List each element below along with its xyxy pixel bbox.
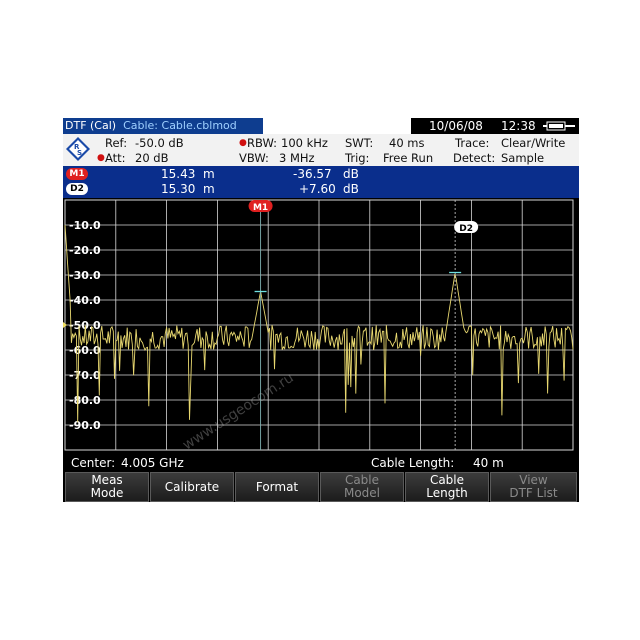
trace-value: Clear/Write [501, 136, 566, 150]
softkey-format[interactable]: Format [235, 472, 319, 502]
rohde-schwarz-logo-icon: R S [66, 137, 90, 161]
y-tick-label: -70.0 [69, 369, 101, 382]
rbw-value: 100 kHz [281, 136, 328, 150]
trace-graph: -10.0-20.0-30.0-40.0-50.0-60.0-70.0-80.0… [63, 199, 574, 451]
status-footer: Center: 4.005 GHz Cable Length: 40 m [63, 454, 579, 472]
cable-length-label: Cable Length: [371, 456, 455, 470]
att-bullet-icon: ● [97, 153, 105, 163]
swt-label: SWT: [345, 136, 374, 150]
y-tick-label: -40.0 [69, 294, 101, 307]
mode-label: DTF (Cal) [65, 119, 117, 132]
rbw-label: RBW: [247, 136, 278, 150]
marker-m1-value-unit: dB [343, 167, 359, 181]
y-tick-label: -10.0 [69, 219, 101, 232]
center-label: Center: [71, 456, 116, 470]
softkey-view-dtf-list[interactable]: View DTF List [490, 472, 577, 502]
softkey-cable-model[interactable]: Cable Model [320, 472, 404, 502]
y-tick-label: -80.0 [69, 394, 101, 407]
softkey-meas-mode[interactable]: Meas Mode [65, 472, 149, 502]
title-bar: DTF (Cal) Cable: Cable.cblmod 10/06/08 1… [63, 118, 579, 135]
title-left: DTF (Cal) Cable: Cable.cblmod [63, 118, 263, 134]
cable-label: Cable: Cable.cblmod [123, 119, 237, 132]
y-tick-label: -30.0 [69, 269, 101, 282]
swt-value: 40 ms [389, 136, 425, 150]
vbw-label: VBW: [239, 151, 269, 165]
cable-length-value: 40 m [473, 456, 504, 470]
marker-d2-flag-label: D2 [459, 224, 473, 234]
trig-value: Free Run [383, 151, 434, 165]
marker-d2-distance-unit: m [203, 182, 215, 196]
svg-text:S: S [77, 149, 82, 157]
softkey-label-2: Length [426, 486, 468, 500]
detect-value: Sample [501, 151, 545, 165]
softkey-label-1: Format [255, 479, 299, 494]
softkey-label-2: DTF List [509, 486, 558, 500]
trig-label: Trig: [345, 151, 370, 165]
analyzer-screen: DTF (Cal) Cable: Cable.cblmod 10/06/08 1… [63, 118, 579, 502]
softkey-label-1: Calibrate [164, 479, 220, 494]
marker-info-panel: M1 15.43 m -36.57 dB D2 15.30 m +7.60 dB [63, 166, 579, 198]
rbw-bullet-icon: ● [239, 138, 247, 148]
y-tick-label: -60.0 [69, 344, 101, 357]
marker-m1-distance: 15.43 [161, 167, 196, 181]
dtf-plot: -10.0 -20.0 -30.0 -40.0 -50.0 -60.0 -70.0 -80.0… [63, 198, 579, 454]
y-tick-label: -90.0 [69, 419, 101, 432]
att-label: Att: [105, 151, 126, 165]
marker-m1-distance-unit: m [203, 167, 215, 181]
marker-m1-badge: M1 [66, 168, 88, 180]
att-value: 20 dB [135, 151, 169, 165]
softkey-label-2: Mode [90, 486, 124, 500]
time-label: 12:38 [501, 119, 536, 133]
vbw-value: 3 MHz [279, 151, 315, 165]
marker-m1-value: -36.57 [293, 167, 332, 181]
marker-m1-flag-label: M1 [253, 203, 268, 213]
date-label: 10/06/08 [429, 119, 483, 133]
ref-label: Ref: [105, 136, 128, 150]
softkey-calibrate[interactable]: Calibrate [150, 472, 234, 502]
ref-value: -50.0 dB [135, 136, 184, 150]
marker-d2-value: +7.60 [299, 182, 336, 196]
softkey-cable-length[interactable]: Cable Length [405, 472, 489, 502]
center-value: 4.005 GHz [121, 456, 184, 470]
marker-d2-value-unit: dB [343, 182, 359, 196]
trace-label: Trace: [455, 136, 490, 150]
marker-d2-badge: D2 [66, 183, 88, 195]
settings-panel: R S Ref: -50.0 dB ● Att: 20 dB ● RBW: 10… [63, 134, 579, 166]
softkey-bar: Meas Mode Calibrate Format Cable Model C… [63, 472, 579, 502]
detect-label: Detect: [453, 151, 496, 165]
title-right: 10/06/08 12:38 [411, 118, 579, 134]
battery-icon [543, 121, 575, 131]
softkey-label-2: Model [343, 486, 381, 500]
y-tick-label: -20.0 [69, 244, 101, 257]
marker-d2-distance: 15.30 [161, 182, 196, 196]
